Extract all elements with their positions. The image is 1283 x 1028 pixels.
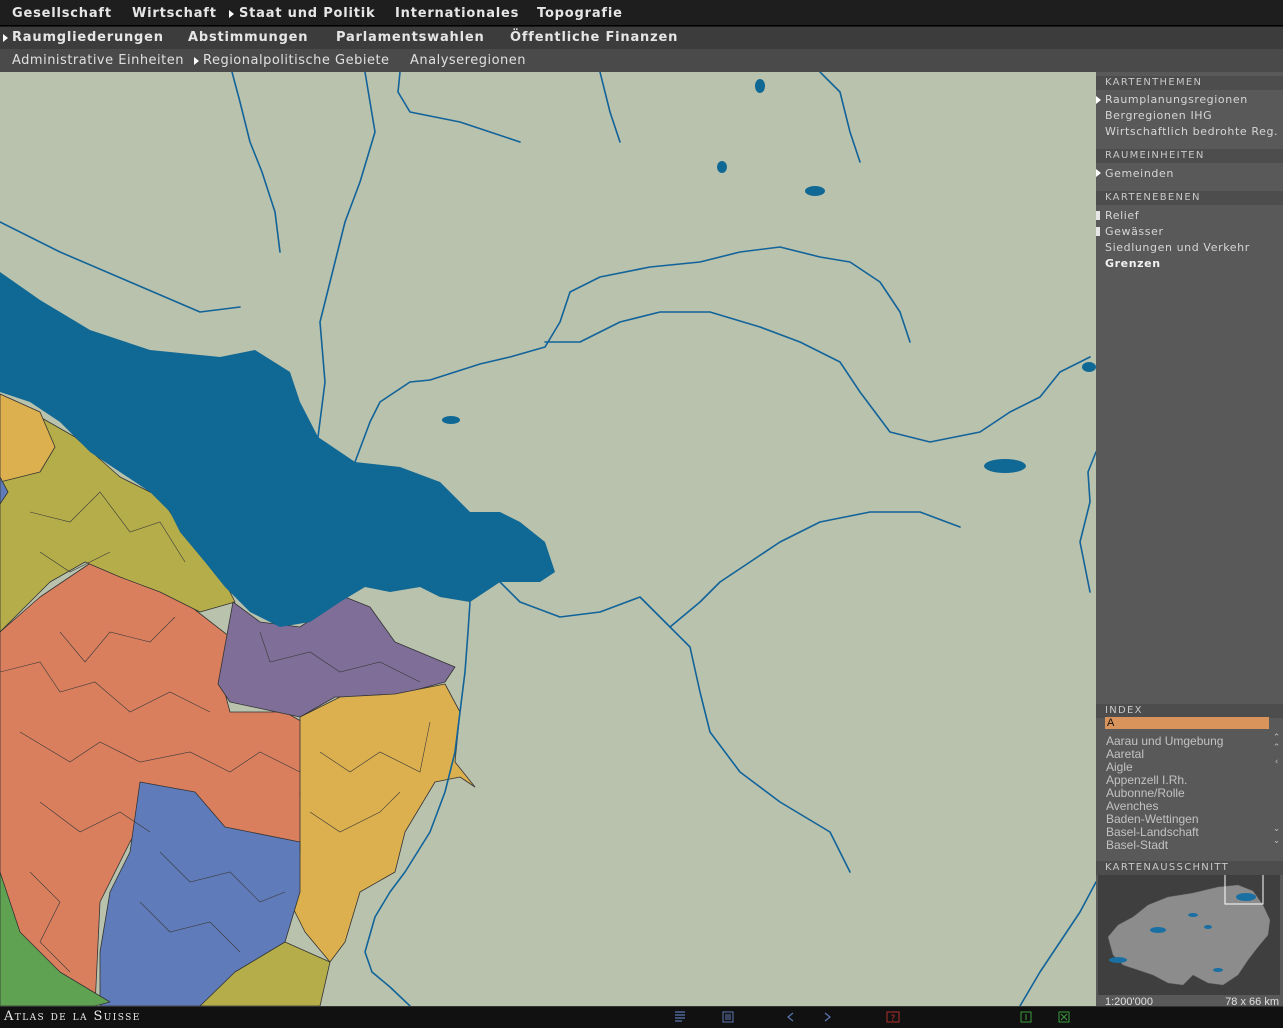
brand-logo: Atlas de la Suisse xyxy=(4,1009,141,1024)
menu-administrative-einheiten[interactable]: Administrative Einheiten xyxy=(12,49,184,72)
section-title-kartenausschnitt: KARTENAUSSCHNITT xyxy=(1105,862,1229,873)
sidebar: KARTENTHEMEN Raumplanungsregionen Bergre… xyxy=(1096,72,1283,1008)
menu-staat-und-politik[interactable]: Staat und Politik xyxy=(239,0,376,27)
back-arrow-icon[interactable] xyxy=(784,1011,798,1023)
legend-icon[interactable] xyxy=(673,1011,687,1023)
menu-gesellschaft[interactable]: Gesellschaft xyxy=(12,0,112,27)
top-menu-bar: Gesellschaft Wirtschaft Staat und Politi… xyxy=(0,0,1283,26)
layer-grenzen[interactable]: Grenzen xyxy=(1105,257,1161,270)
unit-gemeinden[interactable]: Gemeinden xyxy=(1105,167,1174,180)
small-lake xyxy=(984,459,1026,473)
menu-abstimmungen[interactable]: Abstimmungen xyxy=(188,27,308,49)
menu-wirtschaft[interactable]: Wirtschaft xyxy=(132,0,217,27)
info-icon[interactable] xyxy=(1019,1011,1033,1023)
menu-oeffentliche-finanzen[interactable]: Öffentliche Finanzen xyxy=(510,27,678,49)
index-search-input[interactable] xyxy=(1105,717,1269,729)
scroll-top-icon[interactable]: ⌃ xyxy=(1272,734,1281,743)
active-triangle-icon xyxy=(229,10,234,18)
layer-siedlungen-und-verkehr[interactable]: Siedlungen und Verkehr xyxy=(1105,241,1250,254)
scroll-page-up-icon[interactable]: ⌃ xyxy=(1272,744,1281,753)
section-title-raumeinheiten: RAUMEINHEITEN xyxy=(1105,150,1205,161)
overview-map[interactable] xyxy=(1098,875,1280,995)
layer-active-marker xyxy=(1096,227,1100,236)
small-lake xyxy=(755,79,765,93)
scroll-bottom-icon[interactable]: ⌄ xyxy=(1272,837,1281,846)
theme-raumplanungsregionen[interactable]: Raumplanungsregionen xyxy=(1105,93,1248,106)
active-triangle-icon xyxy=(3,34,8,42)
layer-relief[interactable]: Relief xyxy=(1105,209,1139,222)
menu-raumgliederungen[interactable]: Raumgliederungen xyxy=(12,27,164,49)
layer-gewaesser[interactable]: Gewässer xyxy=(1105,225,1164,238)
section-title-kartenthemen: KARTENTHEMEN xyxy=(1105,77,1203,88)
second-menu-bar: Raumgliederungen Abstimmungen Parlaments… xyxy=(0,27,1283,49)
map-canvas[interactable] xyxy=(0,72,1096,1006)
menu-regionalpolitische-gebiete[interactable]: Regionalpolitische Gebiete xyxy=(203,49,390,72)
active-triangle-icon xyxy=(194,57,199,65)
help-icon[interactable]: ? xyxy=(886,1011,900,1023)
theme-wirtschaftlich-bedrohte-reg[interactable]: Wirtschaftlich bedrohte Reg. xyxy=(1105,125,1278,138)
third-menu-bar: Administrative Einheiten Regionalpolitis… xyxy=(0,49,1283,72)
forward-arrow-icon[interactable] xyxy=(820,1011,834,1023)
section-title-index: INDEX xyxy=(1105,705,1143,716)
theme-bergregionen-ihg[interactable]: Bergregionen IHG xyxy=(1105,109,1212,122)
small-lake xyxy=(805,186,825,196)
footer-bar: Atlas de la Suisse ? xyxy=(0,1006,1283,1028)
section-title-kartenebenen: KARTENEBENEN xyxy=(1105,192,1201,203)
close-icon[interactable] xyxy=(1057,1011,1071,1023)
small-lake xyxy=(442,416,460,424)
svg-text:?: ? xyxy=(891,1014,896,1023)
small-lake xyxy=(717,161,727,173)
scroll-down-icon[interactable]: ⌄ xyxy=(1272,825,1281,834)
menu-internationales[interactable]: Internationales xyxy=(395,0,519,27)
scroll-up-icon[interactable]: ‹ xyxy=(1272,758,1281,767)
map-svg xyxy=(0,72,1096,1006)
document-icon[interactable] xyxy=(721,1011,735,1023)
selected-triangle-icon xyxy=(1096,169,1101,177)
index-item[interactable]: Basel-Stadt xyxy=(1106,839,1168,852)
selected-triangle-icon xyxy=(1096,96,1101,104)
menu-analyseregionen[interactable]: Analyseregionen xyxy=(410,49,526,72)
layer-active-marker xyxy=(1096,211,1100,220)
overview-svg xyxy=(1107,875,1271,986)
menu-topografie[interactable]: Topografie xyxy=(537,0,623,27)
small-lake xyxy=(1082,362,1096,372)
menu-parlamentswahlen[interactable]: Parlamentswahlen xyxy=(336,27,485,49)
